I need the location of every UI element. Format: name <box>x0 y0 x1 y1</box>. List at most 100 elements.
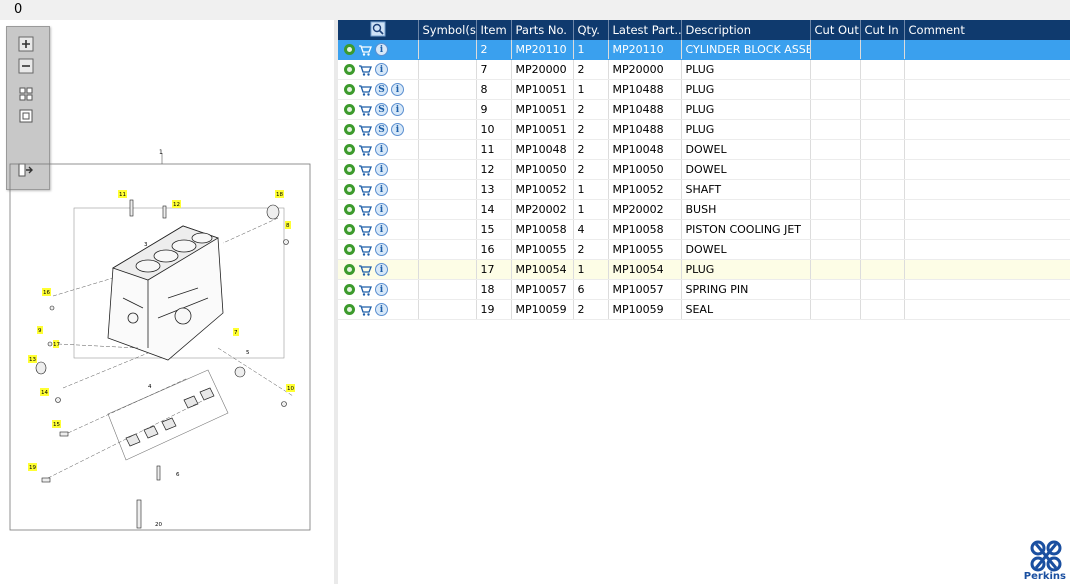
table-row[interactable]: S i 9 MP10051 2 MP10488 PLUG <box>338 99 1070 120</box>
fit-window-icon[interactable] <box>17 107 35 125</box>
info-icon[interactable]: i <box>391 123 404 136</box>
table-row[interactable]: i 16 MP10055 2 MP10055 DOWEL <box>338 239 1070 260</box>
cart-icon[interactable] <box>358 83 372 97</box>
gear-icon[interactable] <box>344 84 355 95</box>
gear-icon[interactable] <box>344 124 355 135</box>
cart-icon[interactable] <box>358 303 372 317</box>
info-icon[interactable]: i <box>375 283 388 296</box>
column-item[interactable]: Item <box>476 20 512 40</box>
column-cut-in[interactable]: Cut In <box>860 20 905 40</box>
cart-icon[interactable] <box>358 203 372 217</box>
info-icon[interactable]: i <box>391 83 404 96</box>
cart-icon[interactable] <box>358 143 372 157</box>
cell-description: PLUG <box>681 99 811 120</box>
cart-icon[interactable] <box>358 163 372 177</box>
info-icon[interactable]: i <box>391 103 404 116</box>
column-search[interactable] <box>338 20 419 40</box>
cart-icon[interactable] <box>358 283 372 297</box>
cart-icon[interactable] <box>358 263 372 277</box>
cart-icon[interactable] <box>358 63 372 77</box>
column-description[interactable]: Description <box>681 20 811 40</box>
column-qty[interactable]: Qty. <box>573 20 609 40</box>
column-cut-out[interactable]: Cut Out <box>810 20 861 40</box>
gear-icon[interactable] <box>344 244 355 255</box>
info-icon[interactable]: i <box>375 223 388 236</box>
gear-icon[interactable] <box>344 184 355 195</box>
cell-qty: 2 <box>573 139 609 160</box>
info-icon[interactable]: i <box>375 163 388 176</box>
cell-cut-out <box>810 219 861 240</box>
cell-cut-out <box>810 139 861 160</box>
cell-symbols <box>418 139 477 160</box>
table-row[interactable]: i 12 MP10050 2 MP10050 DOWEL <box>338 159 1070 180</box>
cell-description: PLUG <box>681 259 811 280</box>
table-row[interactable]: S i 10 MP10051 2 MP10488 PLUG <box>338 119 1070 140</box>
cell-description: SEAL <box>681 299 811 320</box>
cell-parts-no: MP10051 <box>511 119 574 140</box>
column-latest-part[interactable]: Latest Part... <box>608 20 682 40</box>
info-icon[interactable]: i <box>375 303 388 316</box>
gear-icon[interactable] <box>344 224 355 235</box>
diagram-pane[interactable]: 1 18 11 12 8 16 9 17 13 7 14 10 15 19 3 … <box>0 20 334 584</box>
gear-icon[interactable] <box>344 304 355 315</box>
svg-text:20: 20 <box>155 522 162 528</box>
gear-icon[interactable] <box>344 44 355 55</box>
table-row[interactable]: i 17 MP10054 1 MP10054 PLUG <box>338 259 1070 280</box>
info-icon[interactable]: i <box>375 183 388 196</box>
cart-icon[interactable] <box>358 103 372 117</box>
cart-icon[interactable] <box>358 43 372 57</box>
gear-icon[interactable] <box>344 284 355 295</box>
svg-text:13: 13 <box>29 357 36 363</box>
cell-latest-part: MP10488 <box>608 99 682 120</box>
cell-parts-no: MP10055 <box>511 239 574 260</box>
cart-icon[interactable] <box>358 183 372 197</box>
cart-icon[interactable] <box>358 123 372 137</box>
supersession-icon[interactable]: S <box>375 103 388 116</box>
exploded-parts-diagram[interactable]: 1 18 11 12 8 16 9 17 13 7 14 10 15 19 3 … <box>8 148 318 568</box>
cell-description: BUSH <box>681 199 811 220</box>
gear-icon[interactable] <box>344 204 355 215</box>
gear-icon[interactable] <box>344 64 355 75</box>
table-row[interactable]: i 18 MP10057 6 MP10057 SPRING PIN <box>338 279 1070 300</box>
table-row[interactable]: i 15 MP10058 4 MP10058 PISTON COOLING JE… <box>338 219 1070 240</box>
cell-parts-no: MP20110 <box>511 40 574 60</box>
gear-icon[interactable] <box>344 264 355 275</box>
info-icon[interactable]: i <box>375 43 388 56</box>
gear-icon[interactable] <box>344 164 355 175</box>
table-row[interactable]: i 11 MP10048 2 MP10048 DOWEL <box>338 139 1070 160</box>
supersession-icon[interactable]: S <box>375 123 388 136</box>
column-parts-no[interactable]: Parts No. <box>511 20 574 40</box>
column-comment[interactable]: Comment <box>904 20 1070 40</box>
supersession-icon[interactable]: S <box>375 83 388 96</box>
cell-parts-no: MP10059 <box>511 299 574 320</box>
gear-icon[interactable] <box>344 144 355 155</box>
row-actions: S i <box>338 119 419 140</box>
column-symbols[interactable]: Symbol(s) <box>418 20 477 40</box>
table-row[interactable]: S i 8 MP10051 1 MP10488 PLUG <box>338 79 1070 100</box>
zoom-out-icon[interactable] <box>17 57 35 75</box>
cell-description: DOWEL <box>681 159 811 180</box>
info-icon[interactable]: i <box>375 243 388 256</box>
cell-latest-part: MP10055 <box>608 239 682 260</box>
table-row[interactable]: i 2 MP20110 1 MP20110 CYLINDER BLOCK ASS… <box>338 40 1070 60</box>
cell-description: PLUG <box>681 119 811 140</box>
cell-description: PLUG <box>681 79 811 100</box>
zoom-in-icon[interactable] <box>17 35 35 53</box>
table-row[interactable]: i 14 MP20002 1 MP20002 BUSH <box>338 199 1070 220</box>
table-row[interactable]: i 7 MP20000 2 MP20000 PLUG <box>338 59 1070 80</box>
cart-icon[interactable] <box>358 223 372 237</box>
cell-symbols <box>418 119 477 140</box>
top-bar: 0 <box>0 0 1070 20</box>
gear-icon[interactable] <box>344 104 355 115</box>
info-icon[interactable]: i <box>375 143 388 156</box>
info-icon[interactable]: i <box>375 63 388 76</box>
cell-cut-in <box>860 40 905 60</box>
cell-cut-in <box>860 179 905 200</box>
table-row[interactable]: i 19 MP10059 2 MP10059 SEAL <box>338 299 1070 320</box>
cart-icon[interactable] <box>358 243 372 257</box>
fit-all-icon[interactable] <box>17 85 35 103</box>
info-icon[interactable]: i <box>375 203 388 216</box>
info-icon[interactable]: i <box>375 263 388 276</box>
cell-comment <box>904 119 1070 140</box>
table-row[interactable]: i 13 MP10052 1 MP10052 SHAFT <box>338 179 1070 200</box>
